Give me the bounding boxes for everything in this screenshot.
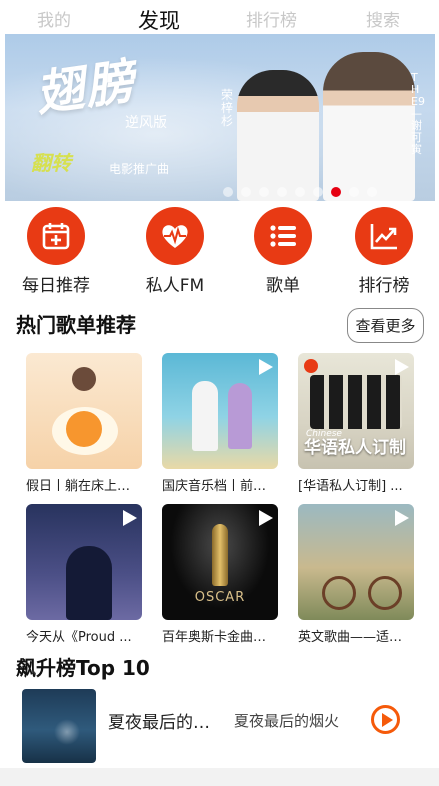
song-cover[interactable]: [22, 689, 96, 763]
playlist-title: 百年奥斯卡金曲…: [162, 630, 267, 645]
banner-promo-text: 电影推广曲: [109, 162, 170, 176]
trend-chart-icon: [355, 207, 413, 265]
calendar-icon: [27, 207, 85, 265]
playlist-card[interactable]: 假日丨躺在床上…: [26, 353, 142, 494]
pagination-dot[interactable]: [241, 187, 251, 197]
cover-caption: OSCAR: [194, 590, 246, 605]
list-icon: [254, 207, 312, 265]
play-circle-icon[interactable]: [371, 705, 400, 734]
banner-artist-name-right: THE9—谢可寅: [411, 71, 425, 156]
cover-art-wheel: [322, 576, 356, 610]
view-more-button[interactable]: 查看更多: [347, 308, 424, 343]
pagination-dot[interactable]: [367, 187, 377, 197]
quick-nav-private-fm[interactable]: 私人FM: [125, 207, 225, 296]
quick-nav: 每日推荐 私人FM 歌单 排行榜: [0, 207, 439, 299]
app-root: 我的 发现 排行榜 搜索 翅膀 逆风版 翻转 电影推广曲 荣梓杉 THE9—谢可…: [0, 0, 439, 768]
playlist-title: 英文歌曲——适…: [298, 630, 403, 645]
top10-title: 飙升榜Top 10: [16, 656, 150, 680]
pagination-dot[interactable]: [295, 187, 305, 197]
quick-nav-daily-recommend[interactable]: 每日推荐: [6, 207, 106, 296]
play-icon[interactable]: [395, 359, 409, 375]
cover-art-yolk: [66, 411, 102, 447]
cover-art-wheel: [368, 576, 402, 610]
playlist-cover: Chinese 华语私人订制: [298, 353, 414, 469]
playlist-title: 今天从《Proud ...: [26, 630, 132, 645]
hot-playlists-title: 热门歌单推荐: [16, 313, 136, 337]
pagination-dot[interactable]: [331, 187, 341, 197]
tab-search[interactable]: 搜索: [366, 6, 400, 31]
playlist-title: 假日丨躺在床上…: [26, 479, 131, 494]
playlist-card[interactable]: 今天从《Proud ...: [26, 504, 142, 645]
banner-artist-figure-right: [323, 52, 415, 201]
banner-carousel[interactable]: 翅膀 逆风版 翻转 电影推广曲 荣梓杉 THE9—谢可寅: [5, 34, 435, 201]
pagination-dot[interactable]: [259, 187, 269, 197]
playlist-cover: [298, 504, 414, 620]
banner-signature: 翻转: [31, 151, 71, 175]
banner-subtitle: 逆风版: [125, 115, 167, 131]
banner-artist-figure-left: [237, 70, 319, 201]
cover-caption: 华语私人订制: [304, 438, 406, 458]
tab-mine[interactable]: 我的: [37, 6, 71, 31]
cover-art-figure: [192, 381, 218, 451]
pagination-dot[interactable]: [223, 187, 233, 197]
quick-nav-label: 每日推荐: [22, 276, 90, 296]
pagination-dot[interactable]: [313, 187, 323, 197]
quick-nav-label: 歌单: [266, 276, 300, 296]
playlist-title: [华语私人订制] ...: [298, 479, 403, 494]
playlist-cover: [26, 504, 142, 620]
tab-discover[interactable]: 发现: [138, 5, 180, 35]
cover-art-statue: [212, 524, 228, 586]
quick-nav-label: 私人FM: [145, 276, 205, 296]
banner-title: 翅膀: [32, 53, 140, 123]
playlist-cover: OSCAR: [162, 504, 278, 620]
song-album: 夏夜最后的烟火: [234, 712, 340, 730]
pagination-dot[interactable]: [349, 187, 359, 197]
tab-charts[interactable]: 排行榜: [246, 6, 297, 31]
cover-art-figure: [66, 546, 112, 620]
top-tab-bar: 我的 发现 排行榜 搜索: [0, 0, 439, 34]
play-icon[interactable]: [395, 510, 409, 526]
pagination-dot[interactable]: [277, 187, 287, 197]
playlist-card[interactable]: Chinese 华语私人订制 [华语私人订制] ...: [298, 353, 414, 494]
play-icon[interactable]: [259, 359, 273, 375]
song-name[interactable]: 夏夜最后的烟火: [108, 708, 220, 733]
heartbeat-icon: [146, 207, 204, 265]
playlist-cover: [162, 353, 278, 469]
playlist-card[interactable]: 国庆音乐档丨前…: [162, 353, 278, 494]
banner-pagination: [223, 187, 377, 197]
quick-nav-playlists[interactable]: 歌单: [233, 207, 333, 296]
cover-art-figure: [72, 367, 96, 391]
logo-badge-icon: [304, 359, 318, 373]
cover-art-firework: [54, 719, 80, 745]
playlist-cover: [26, 353, 142, 469]
quick-nav-label: 排行榜: [358, 276, 410, 296]
cover-art-figure: [228, 383, 252, 449]
playlist-card[interactable]: OSCAR 百年奥斯卡金曲…: [162, 504, 278, 645]
banner-artist-name-left: 荣梓杉: [221, 88, 234, 128]
cover-art-band: [310, 375, 402, 429]
play-icon[interactable]: [259, 510, 273, 526]
playlist-title: 国庆音乐档丨前…: [162, 479, 267, 494]
playlist-card[interactable]: 英文歌曲——适…: [298, 504, 414, 645]
quick-nav-charts[interactable]: 排行榜: [334, 207, 434, 296]
play-icon[interactable]: [123, 510, 137, 526]
